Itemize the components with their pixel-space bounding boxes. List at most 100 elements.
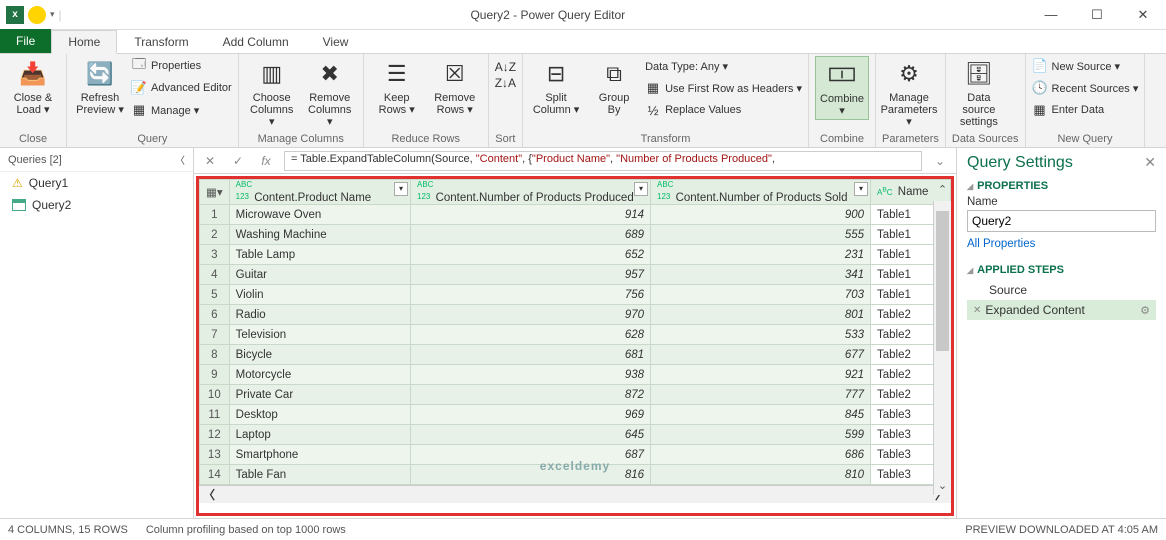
- row-number[interactable]: 9: [200, 365, 230, 385]
- row-number[interactable]: 11: [200, 405, 230, 425]
- minimize-button[interactable]: —: [1028, 0, 1074, 30]
- cell-sold[interactable]: 845: [651, 405, 871, 425]
- cell-produced[interactable]: 914: [411, 205, 651, 225]
- cell-produced[interactable]: 957: [411, 265, 651, 285]
- step-expanded-content[interactable]: ✕Expanded Content⚙: [967, 300, 1156, 320]
- table-row[interactable]: 1Microwave Oven914900Table1: [200, 205, 951, 225]
- row-number[interactable]: 12: [200, 425, 230, 445]
- cell-sold[interactable]: 533: [651, 325, 871, 345]
- formula-cancel-icon[interactable]: ✕: [200, 154, 220, 168]
- new-source-button[interactable]: 📄New Source ▾: [1032, 56, 1139, 76]
- cell-sold[interactable]: 231: [651, 245, 871, 265]
- cell-product[interactable]: Guitar: [229, 265, 410, 285]
- row-number[interactable]: 13: [200, 445, 230, 465]
- close-load-button[interactable]: 📥Close & Load ▾: [6, 56, 60, 118]
- cell-produced[interactable]: 969: [411, 405, 651, 425]
- cell-produced[interactable]: 681: [411, 345, 651, 365]
- scroll-left-icon[interactable]: 〈: [203, 486, 215, 503]
- choose-columns-button[interactable]: ▥Choose Columns ▾: [245, 56, 299, 130]
- remove-rows-button[interactable]: ☒Remove Rows ▾: [428, 56, 482, 118]
- cell-sold[interactable]: 921: [651, 365, 871, 385]
- table-row[interactable]: 9Motorcycle938921Table2: [200, 365, 951, 385]
- formula-input[interactable]: = Table.ExpandTableColumn(Source, "Conte…: [284, 151, 922, 171]
- group-by-button[interactable]: ⧉Group By: [587, 56, 641, 118]
- row-number[interactable]: 2: [200, 225, 230, 245]
- data-type-button[interactable]: Data Type: Any ▾: [645, 56, 802, 76]
- recent-sources-button[interactable]: 🕓Recent Sources ▾: [1032, 78, 1139, 98]
- cell-product[interactable]: Table Lamp: [229, 245, 410, 265]
- table-row[interactable]: 8Bicycle681677Table2: [200, 345, 951, 365]
- data-source-settings-button[interactable]: 🗄Data source settings: [952, 56, 1006, 130]
- table-row[interactable]: 2Washing Machine689555Table1: [200, 225, 951, 245]
- addcolumn-tab[interactable]: Add Column: [206, 29, 306, 53]
- cell-product[interactable]: Radio: [229, 305, 410, 325]
- cell-sold[interactable]: 341: [651, 265, 871, 285]
- cell-produced[interactable]: 689: [411, 225, 651, 245]
- advanced-editor-button[interactable]: 📝Advanced Editor: [131, 78, 232, 98]
- properties-button[interactable]: 🗔Properties: [131, 56, 232, 76]
- cell-produced[interactable]: 970: [411, 305, 651, 325]
- row-number[interactable]: 7: [200, 325, 230, 345]
- transform-tab[interactable]: Transform: [117, 29, 205, 53]
- cell-product[interactable]: Private Car: [229, 385, 410, 405]
- table-row[interactable]: 3Table Lamp652231Table1: [200, 245, 951, 265]
- delete-step-icon[interactable]: ✕: [973, 305, 981, 316]
- manage-button[interactable]: ▦Manage ▾: [131, 100, 232, 120]
- cell-sold[interactable]: 810: [651, 465, 871, 485]
- table-row[interactable]: 12Laptop645599Table3: [200, 425, 951, 445]
- combine-button[interactable]: 🀱Combine ▾: [815, 56, 869, 120]
- close-button[interactable]: ✕: [1120, 0, 1166, 30]
- cell-product[interactable]: Smartphone: [229, 445, 410, 465]
- query-name-input[interactable]: [967, 210, 1156, 232]
- formula-expand-icon[interactable]: ⌄: [930, 154, 950, 168]
- sort-asc-button[interactable]: A↓Z: [495, 60, 516, 74]
- cell-produced[interactable]: 628: [411, 325, 651, 345]
- split-column-button[interactable]: ⊟Split Column ▾: [529, 56, 583, 118]
- refresh-preview-button[interactable]: 🔄Refresh Preview ▾: [73, 56, 127, 118]
- scroll-up-icon[interactable]: ⌃: [934, 183, 951, 199]
- row-number[interactable]: 8: [200, 345, 230, 365]
- cell-sold[interactable]: 900: [651, 205, 871, 225]
- file-tab[interactable]: File: [0, 29, 51, 53]
- keep-rows-button[interactable]: ☰Keep Rows ▾: [370, 56, 424, 118]
- cell-product[interactable]: Washing Machine: [229, 225, 410, 245]
- manage-parameters-button[interactable]: ⚙Manage Parameters ▾: [882, 56, 936, 130]
- cell-produced[interactable]: 938: [411, 365, 651, 385]
- queries-collapse-icon[interactable]: 〈: [175, 152, 185, 167]
- row-number[interactable]: 4: [200, 265, 230, 285]
- row-number[interactable]: 5: [200, 285, 230, 305]
- cell-sold[interactable]: 677: [651, 345, 871, 365]
- home-tab[interactable]: Home: [51, 30, 117, 54]
- table-row[interactable]: 5Violin756703Table1: [200, 285, 951, 305]
- cell-product[interactable]: Table Fan: [229, 465, 410, 485]
- table-row[interactable]: 4Guitar957341Table1: [200, 265, 951, 285]
- row-number[interactable]: 6: [200, 305, 230, 325]
- cell-sold[interactable]: 703: [651, 285, 871, 305]
- cell-produced[interactable]: 652: [411, 245, 651, 265]
- cell-produced[interactable]: 872: [411, 385, 651, 405]
- row-number[interactable]: 1: [200, 205, 230, 225]
- query-item-1[interactable]: ⚠Query1: [0, 172, 193, 194]
- cell-sold[interactable]: 599: [651, 425, 871, 445]
- formula-accept-icon[interactable]: ✓: [228, 154, 248, 168]
- cell-product[interactable]: Bicycle: [229, 345, 410, 365]
- cell-produced[interactable]: 756: [411, 285, 651, 305]
- table-row[interactable]: 13Smartphone687686Table3: [200, 445, 951, 465]
- maximize-button[interactable]: ☐: [1074, 0, 1120, 30]
- all-properties-link[interactable]: All Properties: [967, 238, 1156, 250]
- row-number[interactable]: 3: [200, 245, 230, 265]
- cell-sold[interactable]: 686: [651, 445, 871, 465]
- vertical-scrollbar[interactable]: ⌃ ⌄: [933, 201, 951, 495]
- col-header-sold[interactable]: ABC123 Content.Number of Products Sold▾: [651, 180, 871, 205]
- row-number[interactable]: 14: [200, 465, 230, 485]
- cell-product[interactable]: Laptop: [229, 425, 410, 445]
- filter-icon[interactable]: ▾: [394, 182, 408, 196]
- table-row[interactable]: 14Table Fan816810Table3: [200, 465, 951, 485]
- col-header-product[interactable]: ABC123 Content.Product Name▾: [229, 180, 410, 205]
- gear-icon[interactable]: ⚙: [1140, 304, 1150, 317]
- view-tab[interactable]: View: [306, 29, 366, 53]
- row-number[interactable]: 10: [200, 385, 230, 405]
- row-header-corner[interactable]: ▦▾: [200, 180, 230, 205]
- cell-sold[interactable]: 801: [651, 305, 871, 325]
- query-item-2[interactable]: Query2: [0, 194, 193, 216]
